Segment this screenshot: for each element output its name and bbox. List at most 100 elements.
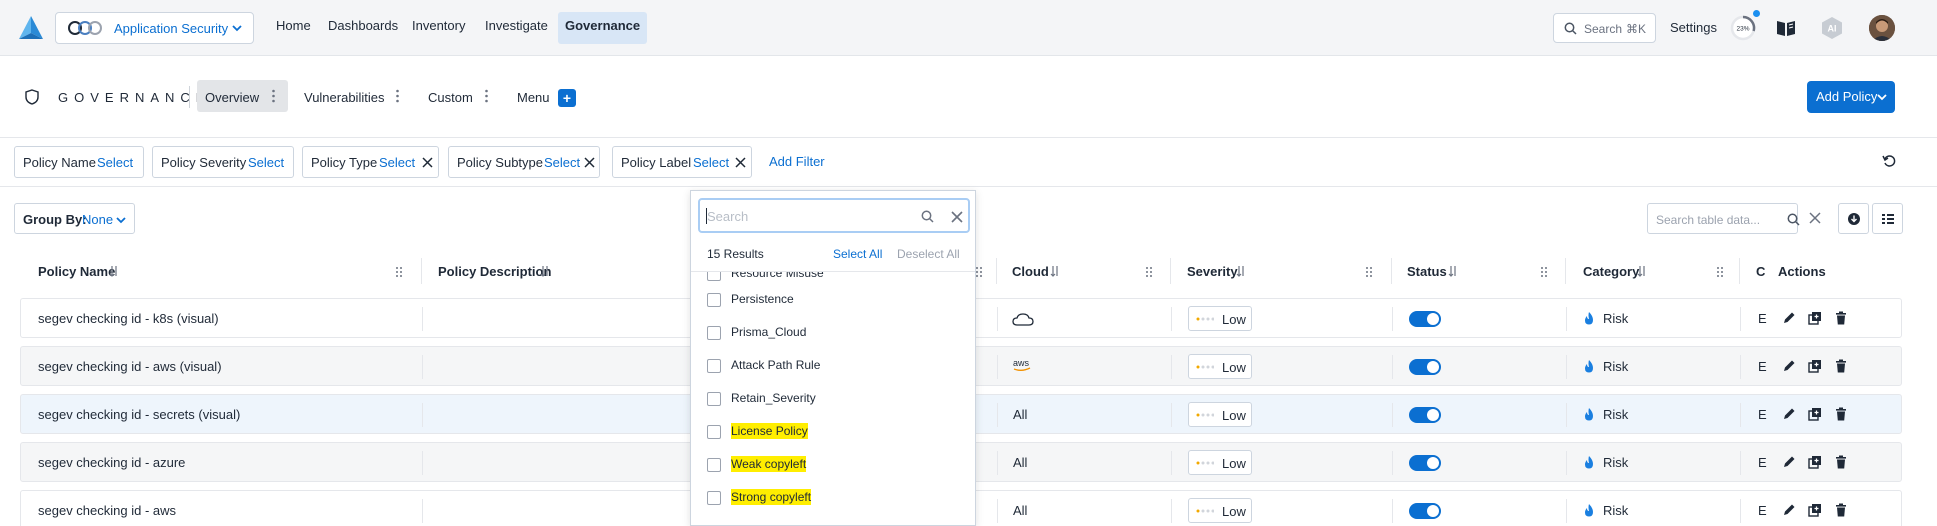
column-settings-button[interactable] xyxy=(1872,203,1903,234)
delete-icon[interactable] xyxy=(1834,311,1848,325)
global-search-button[interactable]: Search ⌘K xyxy=(1553,13,1656,43)
filter-policy-name[interactable]: Policy Name Select xyxy=(14,146,144,178)
column-header-category[interactable]: Category xyxy=(1583,264,1639,279)
sort-icon[interactable] xyxy=(1637,265,1647,277)
delete-icon[interactable] xyxy=(1834,503,1848,517)
duplicate-icon[interactable] xyxy=(1808,359,1822,373)
column-drag-handle-icon[interactable] xyxy=(395,266,403,278)
status-toggle[interactable] xyxy=(1409,407,1441,423)
delete-icon[interactable] xyxy=(1834,359,1848,373)
add-tab-button[interactable]: + xyxy=(558,89,576,107)
nav-item-home[interactable]: Home xyxy=(276,18,311,33)
policy-name-cell[interactable]: segev checking id - secrets (visual) xyxy=(38,407,240,422)
add-filter-link[interactable]: Add Filter xyxy=(769,154,825,169)
option-checkbox[interactable] xyxy=(707,293,721,307)
duplicate-icon[interactable] xyxy=(1808,455,1822,469)
dropdown-option[interactable]: Persistence xyxy=(691,289,975,313)
column-header-policy-name[interactable]: Policy Name xyxy=(38,264,115,279)
filter-policy-label[interactable]: Policy Label Select xyxy=(612,146,752,178)
edit-icon[interactable] xyxy=(1782,311,1796,325)
policy-name-cell[interactable]: segev checking id - aws xyxy=(38,503,176,518)
option-checkbox[interactable] xyxy=(707,392,721,406)
tab-vulnerabilities[interactable]: Vulnerabilities xyxy=(304,90,384,105)
nav-item-investigate[interactable]: Investigate xyxy=(485,18,548,33)
clear-search-icon[interactable] xyxy=(951,211,963,223)
edit-icon[interactable] xyxy=(1782,503,1796,517)
remove-filter-icon[interactable] xyxy=(422,157,433,168)
dropdown-option[interactable]: Resource Misuse xyxy=(691,272,975,287)
status-toggle[interactable] xyxy=(1409,455,1441,471)
deselect-all-link[interactable]: Deselect All xyxy=(897,247,960,261)
reset-filters-icon[interactable] xyxy=(1882,154,1896,168)
column-header-policy-description[interactable]: Policy Description xyxy=(438,264,551,279)
prisma-logo-icon[interactable] xyxy=(18,15,44,41)
option-checkbox[interactable] xyxy=(707,425,721,439)
sort-icon[interactable] xyxy=(540,265,550,277)
user-avatar[interactable] xyxy=(1869,15,1895,41)
column-header-severity[interactable]: Severity xyxy=(1187,264,1238,279)
dropdown-option[interactable]: Attack Path Rule xyxy=(691,355,975,379)
column-header-status[interactable]: Status xyxy=(1407,264,1447,279)
dropdown-option[interactable]: Strong copyleft xyxy=(691,487,975,511)
group-by-dropdown[interactable]: Group By: None xyxy=(14,203,135,234)
status-toggle[interactable] xyxy=(1409,503,1441,519)
table-search-input[interactable]: Search table data... xyxy=(1647,203,1800,234)
option-checkbox[interactable] xyxy=(707,326,721,340)
book-icon[interactable] xyxy=(1775,17,1797,39)
usage-progress-icon[interactable]: 23% xyxy=(1730,15,1756,41)
edit-icon[interactable] xyxy=(1782,455,1796,469)
nav-item-governance[interactable]: Governance xyxy=(558,12,648,44)
remove-filter-icon[interactable] xyxy=(735,157,746,168)
option-checkbox[interactable] xyxy=(707,272,721,281)
delete-icon[interactable] xyxy=(1834,455,1848,469)
remove-filter-icon[interactable] xyxy=(584,157,595,168)
dropdown-option[interactable]: Retain_Severity xyxy=(691,388,975,412)
column-drag-handle-icon[interactable] xyxy=(1145,266,1153,278)
sort-icon[interactable] xyxy=(1236,265,1246,277)
column-drag-handle-icon[interactable] xyxy=(1365,266,1373,278)
dropdown-search-input[interactable]: Search xyxy=(698,198,970,233)
add-policy-button[interactable]: Add Policy xyxy=(1807,81,1895,113)
column-drag-handle-icon[interactable] xyxy=(975,266,983,278)
filter-policy-type[interactable]: Policy Type Select xyxy=(302,146,439,178)
option-checkbox[interactable] xyxy=(707,491,721,505)
app-switcher-dropdown[interactable]: Application Security xyxy=(55,12,254,44)
dropdown-option[interactable]: License Policy xyxy=(691,421,975,445)
sort-icon[interactable] xyxy=(1050,265,1060,277)
duplicate-icon[interactable] xyxy=(1808,407,1822,421)
tab-menu[interactable]: Menu xyxy=(517,90,550,105)
select-all-link[interactable]: Select All xyxy=(833,247,882,261)
filter-policy-severity[interactable]: Policy Severity Select xyxy=(152,146,294,178)
policy-name-cell[interactable]: segev checking id - aws (visual) xyxy=(38,359,222,374)
dropdown-option-list[interactable]: Resource Misuse Persistence Prisma_Cloud… xyxy=(691,272,975,525)
vulnerabilities-tab-menu-icon[interactable] xyxy=(396,89,399,103)
duplicate-icon[interactable] xyxy=(1808,311,1822,325)
dropdown-option[interactable]: Weak copyleft xyxy=(691,454,975,478)
column-drag-handle-icon[interactable] xyxy=(1716,266,1724,278)
nav-item-inventory[interactable]: Inventory xyxy=(412,18,465,33)
edit-icon[interactable] xyxy=(1782,407,1796,421)
delete-icon[interactable] xyxy=(1834,407,1848,421)
clear-search-icon[interactable] xyxy=(1809,212,1821,224)
overview-tab-menu-icon[interactable] xyxy=(272,89,275,103)
settings-link[interactable]: Settings xyxy=(1670,20,1717,35)
column-header-cloud[interactable]: Cloud xyxy=(1012,264,1049,279)
option-checkbox[interactable] xyxy=(707,458,721,472)
column-drag-handle-icon[interactable] xyxy=(1540,266,1548,278)
duplicate-icon[interactable] xyxy=(1808,503,1822,517)
tab-overview-label[interactable]: Overview xyxy=(205,90,259,105)
policy-name-cell[interactable]: segev checking id - azure xyxy=(38,455,185,470)
nav-item-dashboards[interactable]: Dashboards xyxy=(328,18,398,33)
dropdown-option[interactable]: Prisma_Cloud xyxy=(691,322,975,346)
sort-icon[interactable] xyxy=(109,265,119,277)
tab-custom[interactable]: Custom xyxy=(428,90,473,105)
filter-policy-subtype[interactable]: Policy Subtype Select xyxy=(448,146,600,178)
status-toggle[interactable] xyxy=(1409,359,1441,375)
download-button[interactable] xyxy=(1838,203,1869,234)
edit-icon[interactable] xyxy=(1782,359,1796,373)
column-header-c[interactable]: C xyxy=(1756,264,1765,279)
option-checkbox[interactable] xyxy=(707,359,721,373)
ai-assistant-icon[interactable]: AI xyxy=(1820,16,1844,40)
custom-tab-menu-icon[interactable] xyxy=(485,89,488,103)
status-toggle[interactable] xyxy=(1409,311,1441,327)
